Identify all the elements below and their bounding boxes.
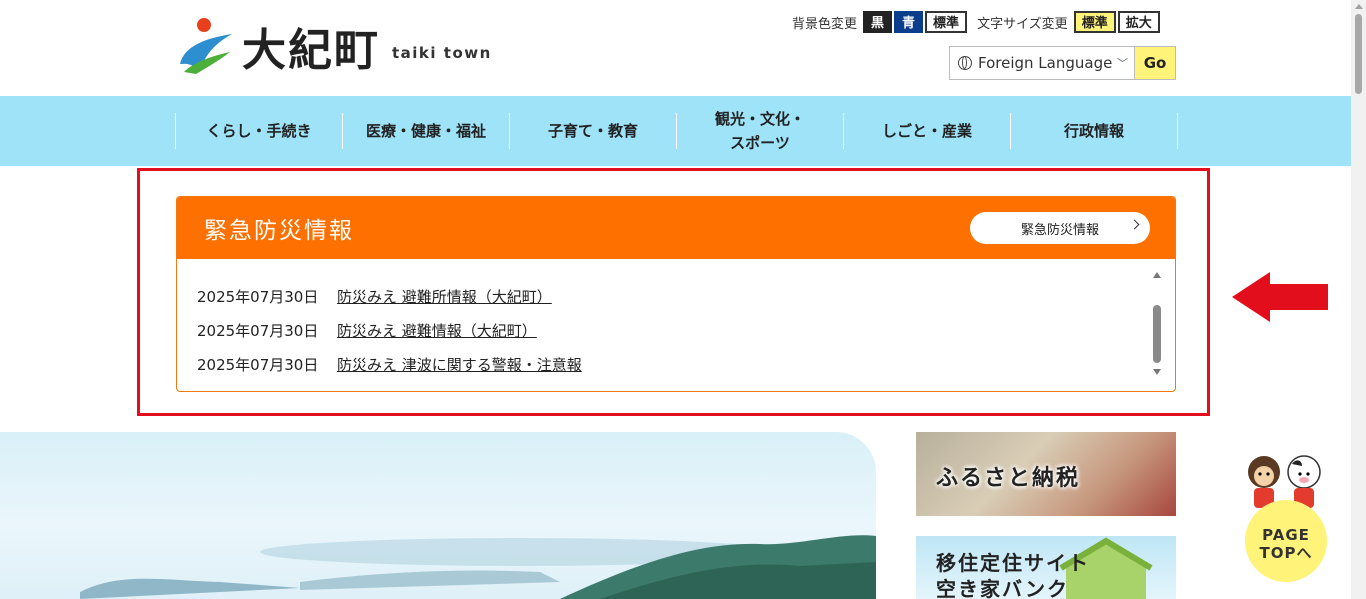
- scroll-up-arrow-icon[interactable]: [1355, 4, 1363, 9]
- emergency-link-button[interactable]: 緊急防災情報: [970, 212, 1150, 244]
- furusato-banner[interactable]: ふるさと納税: [916, 432, 1176, 516]
- item-link[interactable]: 防災みえ 避難所情報（大紀町）: [337, 286, 552, 307]
- logo-subtitle: taiki town: [392, 44, 492, 62]
- language-select[interactable]: Foreign Language: [978, 54, 1117, 72]
- item-link[interactable]: 防災みえ 津波に関する警報・注意報: [337, 354, 582, 375]
- emergency-header: 緊急防災情報 緊急防災情報: [177, 197, 1175, 259]
- utility-controls: 背景色変更 黒 青 標準 文字サイズ変更 標準 拡大: [792, 11, 1162, 33]
- nav-item-medical[interactable]: 医療・健康・福祉: [342, 113, 509, 149]
- town-logo-icon: [180, 18, 232, 74]
- go-button[interactable]: Go: [1134, 47, 1175, 79]
- list-scrollbar[interactable]: [1153, 305, 1161, 363]
- list-item: 2025年07月30日 防災みえ 避難情報（大紀町）: [197, 313, 582, 347]
- browser-scrollbar[interactable]: [1351, 0, 1366, 599]
- language-selector: Foreign Language ﹀ Go: [949, 46, 1176, 80]
- bg-standard-button[interactable]: 標準: [925, 11, 968, 33]
- page-top-button[interactable]: PAGE TOPへ: [1240, 452, 1330, 582]
- nav-item-admin[interactable]: 行政情報: [1010, 113, 1178, 149]
- nav-item-childcare[interactable]: 子育て・教育: [509, 113, 676, 149]
- global-nav: くらし・手続き 医療・健康・福祉 子育て・教育 観光・文化・ スポーツ しごと・…: [0, 96, 1351, 166]
- nav-item-work[interactable]: しごと・産業: [843, 113, 1010, 149]
- bg-blue-button[interactable]: 青: [894, 11, 924, 33]
- site-logo[interactable]: 大紀町 taiki town: [176, 16, 516, 76]
- nav-item-living[interactable]: くらし・手続き: [175, 113, 342, 149]
- furusato-label: ふるさと納税: [936, 466, 1081, 491]
- iju-label: 移住定住サイト 空き家バンク: [936, 551, 1090, 599]
- bg-color-label: 背景色変更: [792, 16, 858, 32]
- emergency-panel: 緊急防災情報 緊急防災情報 2025年07月30日 防災みえ 避難所情報（大紀町…: [176, 196, 1176, 392]
- font-standard-button[interactable]: 標準: [1073, 11, 1116, 33]
- red-arrow-icon: [1232, 272, 1328, 322]
- globe-icon: [958, 56, 972, 70]
- chevron-right-icon: [1129, 219, 1140, 230]
- item-date: 2025年07月30日: [197, 321, 319, 340]
- item-date: 2025年07月30日: [197, 355, 319, 374]
- page-top-label: PAGE TOPへ: [1259, 526, 1313, 562]
- scrollbar-thumb[interactable]: [1355, 14, 1362, 94]
- list-scroll-up-icon[interactable]: [1153, 272, 1161, 278]
- emergency-title: 緊急防災情報: [204, 218, 354, 244]
- emergency-list: 2025年07月30日 防災みえ 避難所情報（大紀町） 2025年07月30日 …: [197, 279, 582, 381]
- emergency-link-label: 緊急防災情報: [1020, 222, 1099, 238]
- nav-item-tourism[interactable]: 観光・文化・ スポーツ: [676, 110, 843, 152]
- list-item: 2025年07月30日 防災みえ 避難所情報（大紀町）: [197, 279, 582, 313]
- item-link[interactable]: 防災みえ 避難情報（大紀町）: [337, 320, 537, 341]
- list-scroll-down-icon[interactable]: [1153, 369, 1161, 375]
- bg-black-button[interactable]: 黒: [863, 11, 893, 33]
- logo-title: 大紀町: [242, 25, 380, 76]
- font-size-label: 文字サイズ変更: [977, 16, 1068, 32]
- chevron-down-icon: ﹀: [1117, 57, 1128, 70]
- landscape-illustration: [80, 535, 876, 599]
- item-date: 2025年07月30日: [197, 287, 319, 306]
- iju-banner[interactable]: 移住定住サイト 空き家バンク: [916, 536, 1176, 599]
- hero-image: [0, 432, 876, 599]
- list-item: 2025年07月30日 防災みえ 津波に関する警報・注意報: [197, 347, 582, 381]
- font-large-button[interactable]: 拡大: [1117, 11, 1160, 33]
